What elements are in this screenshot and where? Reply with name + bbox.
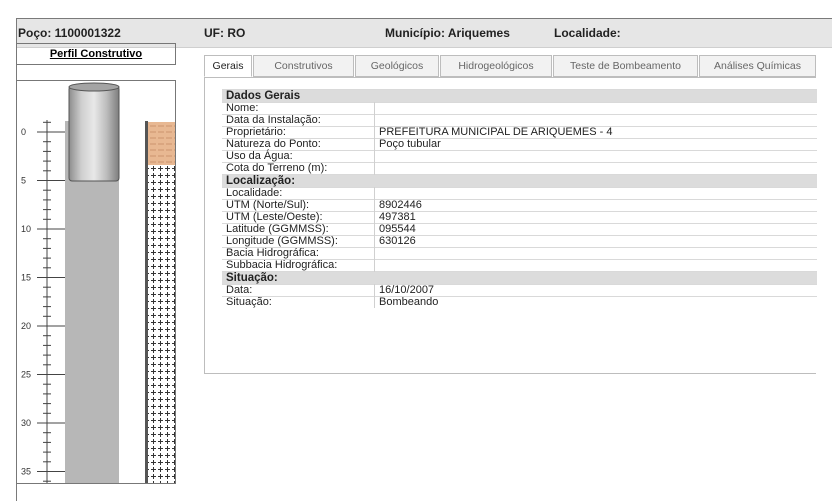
table-row: UTM (Norte/Sul): 8902446 xyxy=(222,199,817,212)
row-label: Data da Instalação: xyxy=(222,114,375,127)
soil-layer-top xyxy=(148,122,175,165)
table-row: Localidade: xyxy=(222,187,817,200)
table-row: Subbacia Hidrográfica: xyxy=(222,259,817,272)
row-label: UTM (Leste/Oeste): xyxy=(222,211,375,224)
row-value: 095544 xyxy=(374,223,817,236)
tab-bar: Gerais Construtivos Geológicos Hidrogeol… xyxy=(204,55,816,77)
table-row: Cota do Terreno (m): xyxy=(222,162,817,175)
localidade-label: Localidade: xyxy=(554,26,621,40)
well-profile-diagram: 0 5 10 15 20 25 30 35 xyxy=(21,82,175,483)
row-value xyxy=(374,114,817,127)
row-label: Uso da Água: xyxy=(222,150,375,163)
row-label: Subbacia Hidrográfica: xyxy=(222,259,375,272)
row-value: PREFEITURA MUNICIPAL DE ARIQUEMES - 4 xyxy=(374,126,817,139)
perfil-construtivo-title[interactable]: Perfil Construtivo xyxy=(16,43,176,65)
row-value: 630126 xyxy=(374,235,817,248)
row-value xyxy=(374,162,817,175)
row-value xyxy=(374,187,817,200)
row-value: 8902446 xyxy=(374,199,817,212)
depth-scale: 0 5 10 15 20 25 30 35 xyxy=(21,120,65,483)
tab-gerais[interactable]: Gerais xyxy=(204,55,252,77)
row-label: Latitude (GGMMSS): xyxy=(222,223,375,236)
uf-label: UF: RO xyxy=(204,26,246,40)
gerais-panel: Dados Gerais Nome: Data da Instalação: P… xyxy=(204,77,817,374)
depth-label: 5 xyxy=(21,176,26,186)
row-value xyxy=(374,150,817,163)
tab-teste-de-bombeamento[interactable]: Teste de Bombeamento xyxy=(553,55,698,77)
table-row: Proprietário: PREFEITURA MUNICIPAL DE ARI… xyxy=(222,126,817,139)
general-data-table: Dados Gerais Nome: Data da Instalação: P… xyxy=(222,89,817,308)
row-label: Proprietário: xyxy=(222,126,375,139)
table-row: Situação: Bombeando xyxy=(222,296,817,308)
table-row: Natureza do Ponto: Poço tubular xyxy=(222,138,817,151)
depth-label: 35 xyxy=(21,467,31,477)
table-row: Longitude (GGMMSS): 630126 xyxy=(222,235,817,248)
row-value xyxy=(374,247,817,260)
section-header-dados-gerais: Dados Gerais xyxy=(222,89,817,103)
depth-label: 0 xyxy=(21,127,26,137)
row-value xyxy=(374,259,817,272)
table-row: Data: 16/10/2007 xyxy=(222,284,817,297)
depth-label: 30 xyxy=(21,418,31,428)
table-row: Bacia Hidrográfica: xyxy=(222,247,817,260)
table-row: Nome: xyxy=(222,102,817,115)
table-row: Latitude (GGMMSS): 095544 xyxy=(222,223,817,236)
municipio-label: Município: Ariquemes xyxy=(385,26,510,40)
row-label: Bacia Hidrográfica: xyxy=(222,247,375,260)
row-value: Poço tubular xyxy=(374,138,817,151)
row-label: Situação: xyxy=(222,296,375,308)
depth-label: 25 xyxy=(21,370,31,380)
row-value: 16/10/2007 xyxy=(374,284,817,297)
row-label: Data: xyxy=(222,284,375,297)
row-value: 497381 xyxy=(374,211,817,224)
tab-hidrogeologicos[interactable]: Hidrogeológicos xyxy=(440,55,552,77)
row-label: Longitude (GGMMSS): xyxy=(222,235,375,248)
table-row: UTM (Leste/Oeste): 497381 xyxy=(222,211,817,224)
depth-label: 20 xyxy=(21,321,31,331)
table-row: Data da Instalação: xyxy=(222,114,817,127)
rock-layer xyxy=(148,165,175,483)
table-row: Uso da Água: xyxy=(222,150,817,163)
depth-label: 15 xyxy=(21,273,31,283)
row-label: Natureza do Ponto: xyxy=(222,138,375,151)
tab-construtivos[interactable]: Construtivos xyxy=(253,55,354,77)
row-label: Localidade: xyxy=(222,187,375,200)
casing-cap xyxy=(68,82,120,92)
section-header-localizacao: Localização: xyxy=(222,174,817,188)
depth-label: 10 xyxy=(21,224,31,234)
row-label: UTM (Norte/Sul): xyxy=(222,199,375,212)
construction-profile-panel: 0 5 10 15 20 25 30 35 xyxy=(16,80,176,484)
row-value xyxy=(374,102,817,115)
section-header-situacao: Situação: xyxy=(222,271,817,285)
tab-geologicos[interactable]: Geológicos xyxy=(355,55,439,77)
row-label: Cota do Terreno (m): xyxy=(222,162,375,175)
row-value: Bombeando xyxy=(374,296,817,308)
row-label: Nome: xyxy=(222,102,375,115)
well-casing-top xyxy=(68,85,120,182)
well-id-label: Poço: 1100001322 xyxy=(18,26,121,40)
bore-wall-line xyxy=(145,121,148,483)
tab-analises-quimicas[interactable]: Análises Químicas xyxy=(699,55,816,77)
